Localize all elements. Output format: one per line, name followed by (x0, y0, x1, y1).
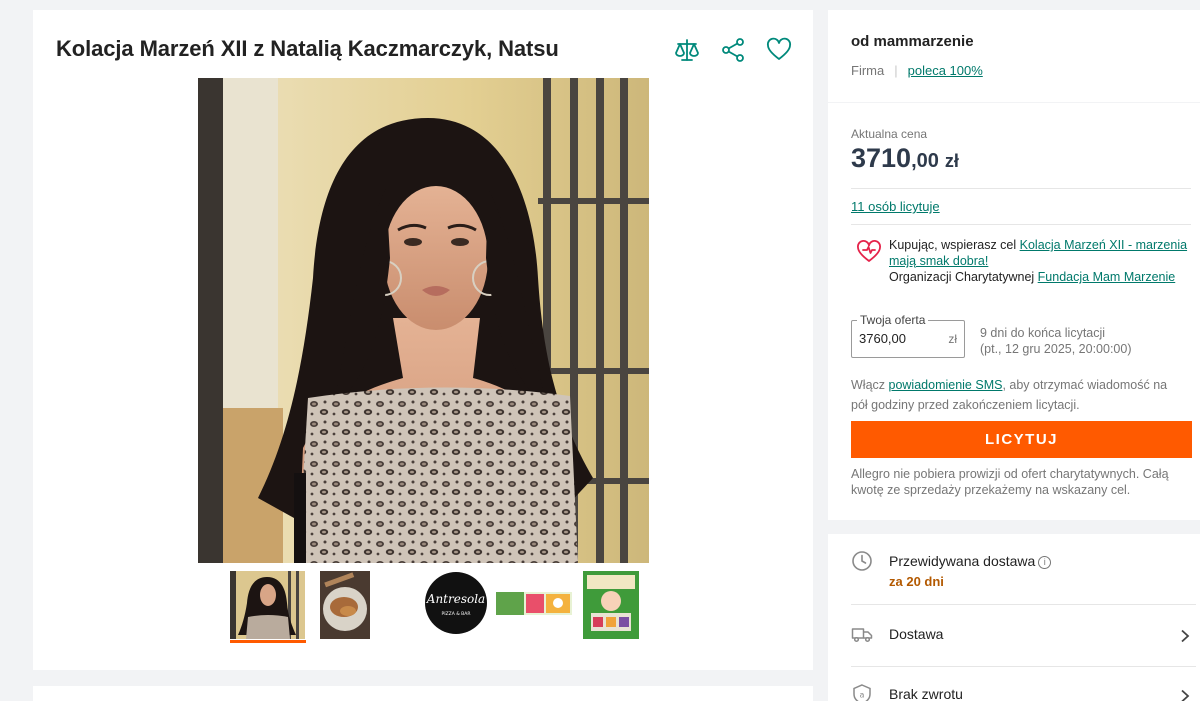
clock-icon (852, 551, 872, 571)
bid-offer-input[interactable] (859, 331, 939, 346)
returns-row[interactable]: a Brak zwrotu (851, 683, 1196, 701)
antresola-logo-name: Antresola (426, 592, 485, 606)
charity-heart-icon (857, 240, 881, 262)
auction-time-left: 9 dni do końca licytacji (980, 326, 1106, 340)
price-cents: ,00 (911, 150, 939, 172)
price-label: Aktualna cena (851, 127, 928, 141)
auction-time-info: 9 dni do końca licytacji (pt., 12 gru 20… (980, 325, 1132, 357)
divider (851, 604, 1196, 605)
seller-rating-link[interactable]: poleca 100% (908, 63, 983, 78)
divider (851, 666, 1196, 667)
thumbnail-4[interactable] (496, 571, 572, 641)
share-icon[interactable] (719, 36, 747, 64)
bid-offer-currency: zł (948, 332, 957, 346)
antresola-logo-subtitle: PIZZA & BAR (442, 611, 471, 617)
estimated-delivery-value: za 20 dni (889, 574, 944, 589)
charity-organization-link[interactable]: Fundacja Mam Marzenie (1038, 270, 1176, 284)
bidders-link[interactable]: 11 osób licytuje (851, 199, 940, 214)
offer-title: Kolacja Marzeń XII z Natalią Kaczmarczyk… (56, 36, 559, 61)
sms-text-before: Włącz (851, 378, 889, 392)
offer-main-card: Kolacja Marzeń XII z Natalią Kaczmarczyk… (33, 10, 813, 670)
shipping-label: Dostawa (889, 626, 944, 642)
estimated-delivery-label: Przewidywana dostawa i (889, 553, 1052, 569)
delivery-card: Przewidywana dostawa i za 20 dni Dostawa … (828, 534, 1200, 701)
thumbnail-2[interactable] (320, 571, 370, 641)
chevron-right-icon (1181, 689, 1190, 701)
charity-text-before: Kupując, wspierasz cel (889, 238, 1020, 252)
charity-info: Kupując, wspierasz cel Kolacja Marzeń XI… (889, 237, 1194, 285)
sms-notification-note: Włącz powiadomienie SMS, aby otrzymać wi… (851, 375, 1186, 415)
no-returns-icon: a (853, 684, 871, 701)
purchase-card: Aktualna cena 3710,00 zł 11 osób licytuje… (828, 103, 1200, 520)
seller-name[interactable]: od mammarzenie (851, 33, 974, 50)
price-amount: 3710 (851, 143, 912, 173)
compare-icon[interactable] (673, 36, 701, 64)
divider (851, 188, 1191, 189)
seller-type: Firma (851, 63, 885, 78)
current-price: 3710,00 zł (851, 143, 959, 174)
sms-notification-link[interactable]: powiadomienie SMS (889, 378, 1003, 392)
svg-text:a: a (860, 691, 865, 700)
bid-offer-field[interactable]: Twoja oferta zł (851, 313, 965, 358)
portrait-illustration (198, 78, 649, 563)
title-actions (673, 36, 793, 64)
bid-offer-label: Twoja oferta (857, 313, 929, 327)
heart-icon[interactable] (765, 36, 793, 64)
shipping-row[interactable]: Dostawa (851, 623, 1196, 649)
price-currency: zł (944, 151, 959, 171)
thumbnail-3[interactable]: Antresola PIZZA & BAR (423, 571, 489, 641)
thumbnail-1[interactable] (230, 571, 305, 641)
auction-end-date: (pt., 12 gru 2025, 20:00:00) (980, 342, 1132, 356)
chevron-right-icon (1181, 629, 1190, 643)
divider (851, 224, 1191, 225)
active-thumbnail-indicator (230, 640, 306, 643)
thumbnail-5[interactable] (583, 571, 639, 641)
bid-button[interactable]: LICYTUJ (851, 421, 1192, 458)
fee-note: Allegro nie pobiera prowizji od ofert ch… (851, 467, 1169, 497)
info-icon[interactable]: i (1038, 556, 1052, 569)
offer-details-card (33, 686, 813, 701)
truck-icon (851, 628, 873, 643)
estimated-delivery-label-text: Przewidywana dostawa (889, 553, 1036, 569)
seller-meta-separator: | (894, 63, 898, 78)
returns-label: Brak zwrotu (889, 686, 963, 701)
main-product-image[interactable] (198, 78, 649, 563)
seller-meta: Firma | poleca 100% (851, 63, 983, 78)
seller-card: od mammarzenie Firma | poleca 100% (828, 10, 1200, 102)
charity-text-org: Organizacji Charytatywnej (889, 270, 1038, 284)
